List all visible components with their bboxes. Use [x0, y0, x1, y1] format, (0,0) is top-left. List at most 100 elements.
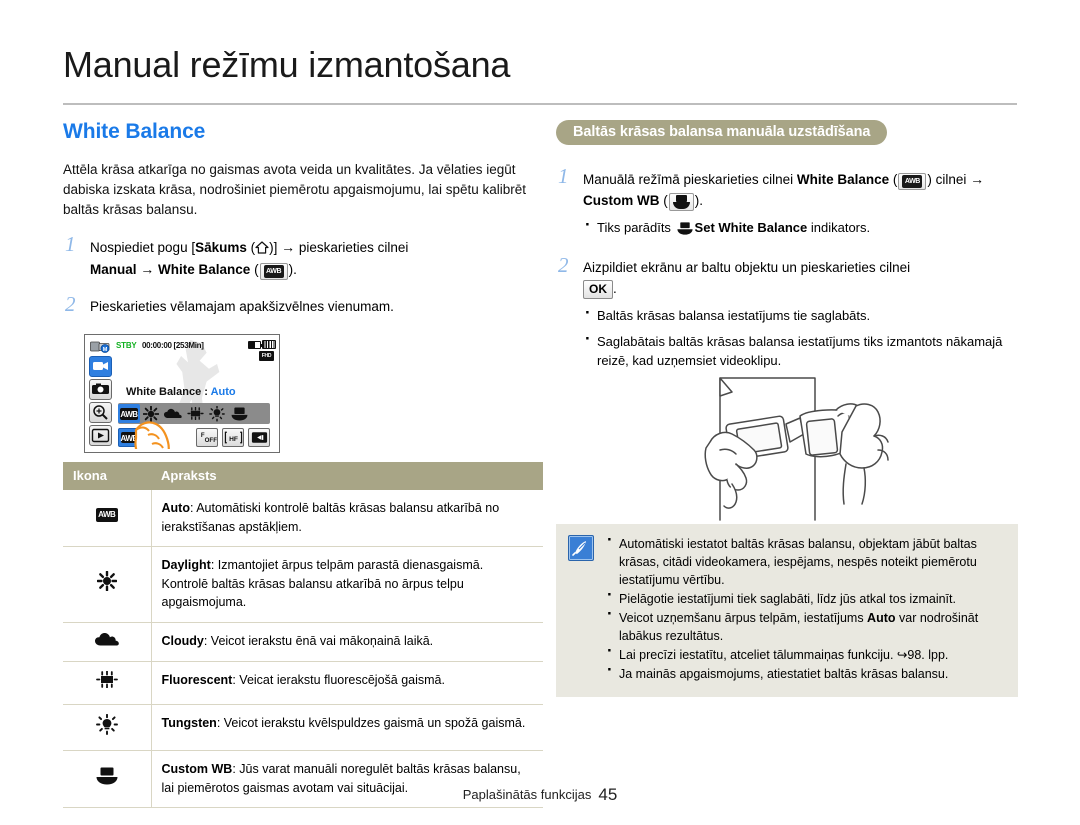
ok-button[interactable]: OK: [583, 279, 613, 299]
lcd-toolbar-back-button[interactable]: [248, 428, 270, 447]
pointing-hand-illustration: [132, 418, 184, 449]
left-step-1-text-a: Nospiediet pogu [: [90, 240, 196, 255]
lcd-wb-fluorescent-option[interactable]: [184, 404, 206, 423]
lcd-toolbar-antishake-button[interactable]: HF: [222, 428, 244, 447]
hd-quality-icon: FHD: [259, 351, 274, 361]
lcd-menu-title: White Balance : Auto: [126, 386, 236, 398]
note-text: Veicot uzņemšanu ārpus telpām, iestatīju…: [619, 611, 868, 625]
lcd-menu-title-value: Auto: [210, 386, 236, 398]
note-text: Pielāgotie iestatījumi tiek saglabāti, l…: [619, 592, 956, 606]
daylight-icon: [96, 570, 118, 594]
note-list: Automātiski iestatot baltās krāsas balan…: [604, 531, 1006, 684]
cloudy-icon: [94, 632, 119, 649]
option-description: : Veicat ierakstu fluorescējošā gaismā.: [232, 673, 445, 687]
right-column: Baltās krāsas balansa manuāla uzstādīšan…: [556, 120, 1018, 370]
table-row: Daylight: Izmantojiet ārpus telpām paras…: [63, 546, 543, 623]
table-cell-description: Tungsten: Veicot ierakstu kvēlspuldzes g…: [151, 704, 543, 751]
right-step-1-text-a: Manuālā režīmā pieskarieties cilnei: [583, 172, 797, 187]
table-cell-icon: [63, 490, 152, 547]
arrow-glyph-2: →: [140, 260, 155, 277]
note-text: Automātiski iestatot baltās krāsas balan…: [619, 537, 977, 587]
option-name: Cloudy: [161, 633, 204, 648]
title-divider: [63, 103, 1017, 105]
table-cell-description: Cloudy: Veicot ierakstu ēnā vai mākoņain…: [151, 622, 543, 662]
right-banner-wrap: Baltās krāsas balansa manuāla uzstādīšan…: [556, 120, 1018, 145]
lcd-wb-customwb-option[interactable]: [228, 404, 250, 423]
table-header-row: Ikona Apraksts: [63, 462, 543, 490]
right-step-1-bullet-c: indikators.: [807, 220, 871, 235]
camcorder-usage-illustration: [640, 372, 950, 522]
lcd-menu-title-label: White Balance :: [126, 386, 208, 398]
note-box: Automātiski iestatot baltās krāsas balan…: [556, 524, 1018, 697]
tungsten-icon: [95, 713, 118, 738]
left-step-1-bold-manual: Manual: [90, 261, 137, 277]
right-step-2-bullet-1: Baltās krāsas balansa iestatījums tie sa…: [597, 308, 871, 323]
right-step-1-number: 1: [558, 164, 569, 188]
left-step-1-bold-wb: White Balance: [158, 261, 251, 277]
note-pen-icon: [568, 535, 594, 561]
option-name: Custom WB: [161, 762, 233, 776]
option-name: Daylight: [161, 558, 211, 572]
option-description: : Automātiski kontrolē baltās krāsas bal…: [161, 501, 500, 534]
left-step-1-text-h: ).: [288, 261, 297, 277]
memory-card-icon: [262, 340, 276, 349]
table-cell-icon: [63, 622, 152, 662]
left-step-1-text-e: pieskarieties cilnei: [295, 240, 409, 255]
lcd-playback-button[interactable]: [89, 425, 112, 446]
lcd-screen: M STBY 00:00:00 [253Min] FHD White Balan…: [88, 338, 276, 449]
option-description: : Veicot ierakstu ēnā vai mākoņainā laik…: [203, 633, 434, 648]
footer-page-number: 45: [598, 785, 618, 804]
option-description: : Veicot ierakstu kvēlspuldzes gaismā un…: [216, 715, 526, 730]
svg-text:OFF: OFF: [204, 437, 216, 444]
lcd-video-mode-button[interactable]: [89, 356, 112, 377]
awb-chip-icon: [898, 173, 927, 190]
lcd-screenshot: M STBY 00:00:00 [253Min] FHD White Balan…: [84, 334, 280, 453]
right-step-1: 1 Manuālā režīmā pieskarieties cilnei Wh…: [556, 164, 1018, 240]
right-step-2: 2 Aizpildiet ekrānu ar baltu objektu un …: [556, 253, 1018, 370]
left-step-1-number: 1: [65, 232, 76, 256]
table-row: Tungsten: Veicot ierakstu kvēlspuldzes g…: [63, 704, 543, 751]
svg-text:M: M: [103, 347, 108, 353]
left-step-2-number: 2: [65, 292, 76, 316]
left-step-1-bold-sakums: Sākums: [195, 240, 247, 255]
right-step-1-bold-customwb: Custom WB: [583, 192, 660, 208]
lcd-zoom-button[interactable]: [89, 402, 112, 423]
lcd-wb-tungsten-option[interactable]: [206, 404, 228, 423]
table-cell-description: Fluorescent: Veicat ierakstu fluorescējo…: [151, 661, 543, 705]
lcd-toolbar-fade-button[interactable]: F OFF: [196, 428, 218, 447]
left-step-1: 1 Nospiediet pogu [Sākums ()] → pieskari…: [63, 232, 543, 280]
left-step-2: 2 Pieskarieties vēlamajam apakšizvēlnes …: [63, 292, 543, 318]
arrow-glyph-1: →: [281, 239, 296, 255]
option-name: Tungsten: [161, 715, 217, 730]
right-step-2-number: 2: [558, 253, 569, 277]
awb-chip-icon: [259, 262, 288, 280]
right-step-1-bullet-a: Tiks parādīts: [597, 220, 675, 235]
table-header-ikona: Ikona: [63, 462, 151, 490]
customwb-inline-icon: [676, 221, 693, 240]
note-item: Veicot uzņemšanu ārpus telpām, iestatīju…: [604, 605, 1006, 645]
note-item: Lai precīzi iestatītu, atceliet tālummai…: [604, 642, 1006, 664]
table-row: Auto: Automātiski kontrolē baltās krāsas…: [63, 490, 543, 547]
note-item: Ja mainās apgaismojums, atiestatiet balt…: [604, 661, 1006, 683]
left-step-1-text-c: (: [246, 240, 256, 255]
table-cell-description: Auto: Automātiski kontrolē baltās krāsas…: [151, 490, 543, 547]
right-step-2-text-b: .: [613, 280, 617, 296]
lcd-status-bar: M STBY 00:00:00 [253Min]: [90, 340, 276, 353]
footer-label: Paplašinātās funkcijas: [462, 787, 592, 802]
note-item: Pielāgotie iestatījumi tiek saglabāti, l…: [604, 586, 1006, 608]
note-item: Automātiski iestatot baltās krāsas balan…: [604, 531, 1006, 589]
table-cell-icon: [63, 704, 152, 751]
table-cell-icon: [63, 661, 152, 705]
section-title-white-balance: White Balance: [63, 120, 206, 143]
lcd-photo-mode-button[interactable]: [89, 379, 112, 400]
white-balance-options-table: Ikona Apraksts Auto: Automātiski kontrol…: [63, 462, 543, 808]
intro-paragraph: Attēla krāsa atkarīga no gaismas avota v…: [63, 162, 526, 217]
page-title: Manual režīmu izmantošana: [63, 44, 511, 85]
battery-icon: [248, 341, 263, 349]
right-step-1-bullet: Tiks parādīts Set White Balance indikato…: [583, 215, 1018, 240]
lcd-timecode: 00:00:00 [253Min]: [142, 341, 204, 350]
table-row: Cloudy: Veicot ierakstu ēnā vai mākoņain…: [63, 622, 543, 662]
right-step-1-text-e: ).: [694, 192, 704, 208]
table-cell-description: Daylight: Izmantojiet ārpus telpām paras…: [151, 546, 543, 623]
right-step-2-bullet: Baltās krāsas balansa iestatījums tie sa…: [583, 303, 1018, 325]
